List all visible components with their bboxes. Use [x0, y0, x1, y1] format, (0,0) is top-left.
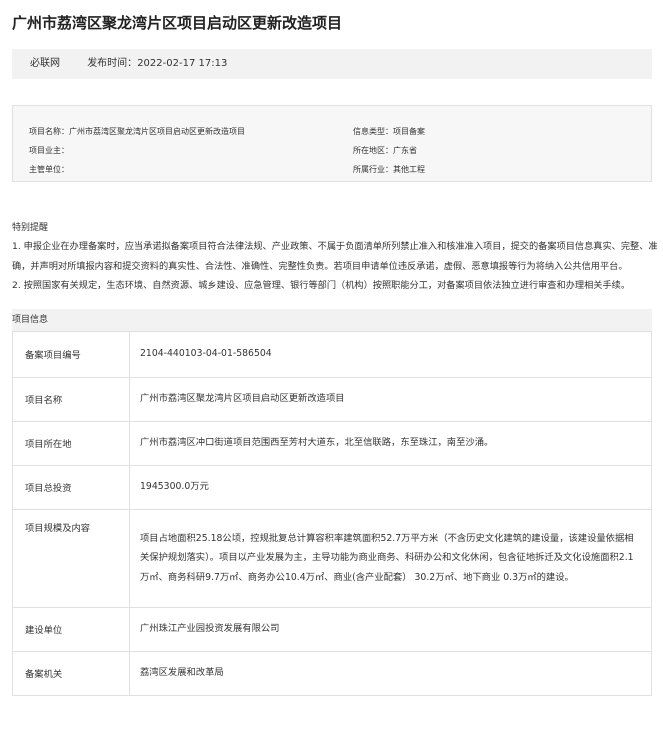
summary-row: 主管单位：: [29, 160, 329, 179]
summary-row: 信息类型：项目备案: [353, 122, 633, 141]
summary-label: 主管单位：: [29, 165, 69, 174]
summary-left-column: 项目名称：广州市荔湾区聚龙湾片区项目启动区更新改造项目 项目业主： 主管单位：: [29, 122, 329, 179]
notice-title: 特别提醒: [12, 223, 49, 233]
summary-row: 项目名称：广州市荔湾区聚龙湾片区项目启动区更新改造项目: [29, 122, 329, 141]
publish-time-label: 发布时间：: [87, 58, 138, 69]
row-value: 2104-440103-04-01-586504: [129, 330, 652, 378]
row-value: 1945300.0万元: [129, 464, 652, 510]
row-value: 项目占地面积25.18公顷，控规批复总计算容积率建筑面积52.7万平方米（不含历…: [129, 508, 652, 608]
summary-row: 所属行业：其他工程: [353, 160, 633, 179]
summary-label: 所在地区：: [353, 146, 393, 155]
summary-label: 所属行业：: [353, 165, 393, 174]
publish-time-value: 2022-02-17 17:13: [137, 58, 228, 69]
table-row: 备案项目编号 2104-440103-04-01-586504: [12, 330, 652, 378]
summary-right-column: 信息类型：项目备案 所在地区：广东省 所属行业：其他工程: [353, 122, 633, 179]
row-value: 广州市荔湾区聚龙湾片区项目启动区更新改造项目: [129, 376, 652, 422]
page-title: 广州市荔湾区聚龙湾片区项目启动区更新改造项目: [12, 14, 343, 32]
table-row: 项目规模及内容 项目占地面积25.18公顷，控规批复总计算容积率建筑面积52.7…: [12, 508, 652, 608]
row-key: 备案机关: [12, 650, 130, 696]
project-info-table: 备案项目编号 2104-440103-04-01-586504 项目名称 广州市…: [12, 330, 652, 696]
project-summary-box: 项目名称：广州市荔湾区聚龙湾片区项目启动区更新改造项目 项目业主： 主管单位： …: [12, 105, 652, 182]
summary-label: 信息类型：: [353, 127, 393, 136]
table-row: 备案机关 荔湾区发展和改革局: [12, 650, 652, 696]
meta-bar: 必联网 发布时间：2022-02-17 17:13: [12, 49, 652, 79]
table-row: 项目总投资 1945300.0万元: [12, 464, 652, 510]
row-value: 广州珠江产业园投资发展有限公司: [129, 606, 652, 652]
notice-item: 2. 按照国家有关规定，生态环境、自然资源、城乡建设、应急管理、银行等部门（机构…: [12, 280, 631, 291]
table-row: 项目名称 广州市荔湾区聚龙湾片区项目启动区更新改造项目: [12, 376, 652, 422]
row-key: 项目总投资: [12, 464, 130, 510]
summary-row: 项目业主：: [29, 141, 329, 160]
row-key: 建设单位: [12, 606, 130, 652]
summary-label: 项目业主：: [29, 146, 69, 155]
notice-body: 1. 申报企业在办理备案时，应当承诺拟备案项目符合法律法规、产业政策、不属于负面…: [12, 237, 662, 296]
summary-value: 项目备案: [393, 127, 425, 136]
row-key: 项目所在地: [12, 420, 130, 466]
summary-row: 所在地区：广东省: [353, 141, 633, 160]
row-key: 备案项目编号: [12, 330, 130, 378]
row-value: 荔湾区发展和改革局: [129, 650, 652, 696]
table-row: 项目所在地 广州市荔湾区冲口街道项目范围西至芳村大道东，北至信联路，东至珠江，南…: [12, 420, 652, 466]
row-key: 项目名称: [12, 376, 130, 422]
row-value: 广州市荔湾区冲口街道项目范围西至芳村大道东，北至信联路，东至珠江，南至沙涌。: [129, 420, 652, 466]
row-key: 项目规模及内容: [12, 508, 130, 608]
project-info-header: 项目信息: [12, 308, 652, 331]
notice-item: 1. 申报企业在办理备案时，应当承诺拟备案项目符合法律法规、产业政策、不属于负面…: [12, 241, 658, 272]
source-label: 必联网: [30, 58, 60, 69]
table-row: 建设单位 广州珠江产业园投资发展有限公司: [12, 606, 652, 652]
summary-value: 广东省: [393, 146, 417, 155]
summary-value: 其他工程: [393, 165, 425, 174]
summary-value: 广州市荔湾区聚龙湾片区项目启动区更新改造项目: [69, 127, 245, 136]
summary-label: 项目名称：: [29, 127, 69, 136]
